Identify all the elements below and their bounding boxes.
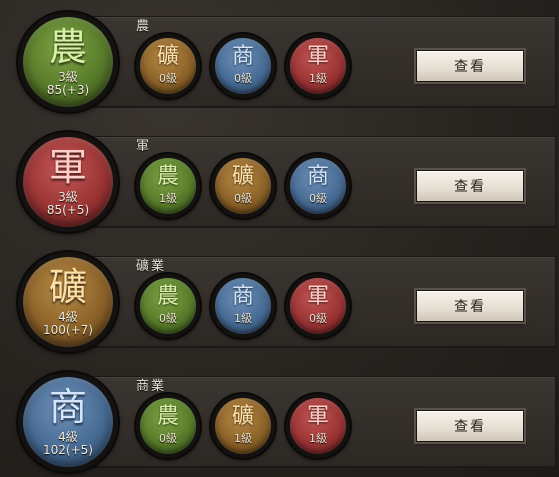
specialty-row-army: 軍 軍 3級 85(+5) 農 1級 礦 0級 商 0級 查看 xyxy=(18,132,556,232)
emblem-glyph: 農 xyxy=(156,284,179,309)
sub-emblem-farm[interactable]: 農 1級 xyxy=(136,154,200,218)
emblem-glyph: 礦 xyxy=(156,44,179,69)
emblem-points: 85(+5) xyxy=(46,203,90,217)
specialty-list: 農 農 3級 85(+3) 礦 0級 商 0級 軍 1級 查看 軍 軍 3級 8… xyxy=(0,0,559,477)
main-emblem-farm[interactable]: 農 3級 85(+3) xyxy=(18,12,118,112)
view-button[interactable]: 查看 xyxy=(416,50,524,82)
sub-emblem-trade[interactable]: 商 0級 xyxy=(286,154,350,218)
emblem-level: 0級 xyxy=(309,312,327,325)
emblem-level: 0級 xyxy=(309,192,327,205)
specialty-row-farm: 農 農 3級 85(+3) 礦 0級 商 0級 軍 1級 查看 xyxy=(18,12,556,112)
emblem-glyph: 軍 xyxy=(306,284,329,309)
main-emblem-mine[interactable]: 礦 4級 100(+7) xyxy=(18,252,118,352)
emblem-glyph: 商 xyxy=(231,44,254,69)
main-emblem-army[interactable]: 軍 3級 85(+5) xyxy=(18,132,118,232)
emblem-glyph: 軍 xyxy=(306,404,329,429)
emblem-glyph: 農 xyxy=(156,164,179,189)
emblem-glyph: 農 xyxy=(156,404,179,429)
sub-emblem-trade[interactable]: 商 1級 xyxy=(211,274,275,338)
emblem-points: 102(+5) xyxy=(43,443,93,457)
sub-emblem-farm[interactable]: 農 0級 xyxy=(136,274,200,338)
emblem-level: 3級 xyxy=(58,70,78,84)
sub-emblem-army[interactable]: 軍 1級 xyxy=(286,394,350,458)
emblem-level: 1級 xyxy=(234,312,252,325)
sub-emblem-army[interactable]: 軍 1級 xyxy=(286,34,350,98)
specialty-row-mine: 礦業 礦 4級 100(+7) 農 0級 商 1級 軍 0級 查看 xyxy=(18,252,556,352)
emblem-level: 0級 xyxy=(234,192,252,205)
sub-emblem-trade[interactable]: 商 0級 xyxy=(211,34,275,98)
emblem-level: 0級 xyxy=(159,72,177,85)
emblem-level: 1級 xyxy=(309,432,327,445)
emblem-glyph: 礦 xyxy=(231,164,254,189)
emblem-level: 0級 xyxy=(234,72,252,85)
sub-emblem-mine[interactable]: 礦 0級 xyxy=(211,154,275,218)
view-button[interactable]: 查看 xyxy=(416,290,524,322)
row-title: 農 xyxy=(136,19,152,34)
main-emblem-trade[interactable]: 商 4級 102(+5) xyxy=(18,372,118,472)
emblem-level: 1級 xyxy=(309,72,327,85)
sub-emblem-mine[interactable]: 礦 0級 xyxy=(136,34,200,98)
emblem-points: 100(+7) xyxy=(43,323,93,337)
emblem-glyph: 農 xyxy=(48,25,87,69)
emblem-glyph: 礦 xyxy=(48,265,87,309)
emblem-glyph: 商 xyxy=(231,284,254,309)
emblem-level: 4級 xyxy=(58,310,78,324)
emblem-level: 1級 xyxy=(159,192,177,205)
sub-emblem-mine[interactable]: 礦 1級 xyxy=(211,394,275,458)
emblem-level: 0級 xyxy=(159,432,177,445)
emblem-level: 4級 xyxy=(58,430,78,444)
sub-emblem-farm[interactable]: 農 0級 xyxy=(136,394,200,458)
emblem-level: 0級 xyxy=(159,312,177,325)
row-title: 商業 xyxy=(136,379,167,394)
row-title: 礦業 xyxy=(136,259,167,274)
emblem-glyph: 商 xyxy=(48,385,87,429)
specialty-row-trade: 商業 商 4級 102(+5) 農 0級 礦 1級 軍 1級 查看 xyxy=(18,372,556,472)
sub-emblem-army[interactable]: 軍 0級 xyxy=(286,274,350,338)
emblem-glyph: 礦 xyxy=(231,404,254,429)
emblem-level: 3級 xyxy=(58,190,78,204)
emblem-points: 85(+3) xyxy=(46,83,90,97)
view-button[interactable]: 查看 xyxy=(416,170,524,202)
view-button[interactable]: 查看 xyxy=(416,410,524,442)
row-title: 軍 xyxy=(136,139,152,154)
emblem-glyph: 軍 xyxy=(48,145,87,189)
emblem-glyph: 商 xyxy=(306,164,329,189)
emblem-glyph: 軍 xyxy=(306,44,329,69)
emblem-level: 1級 xyxy=(234,432,252,445)
